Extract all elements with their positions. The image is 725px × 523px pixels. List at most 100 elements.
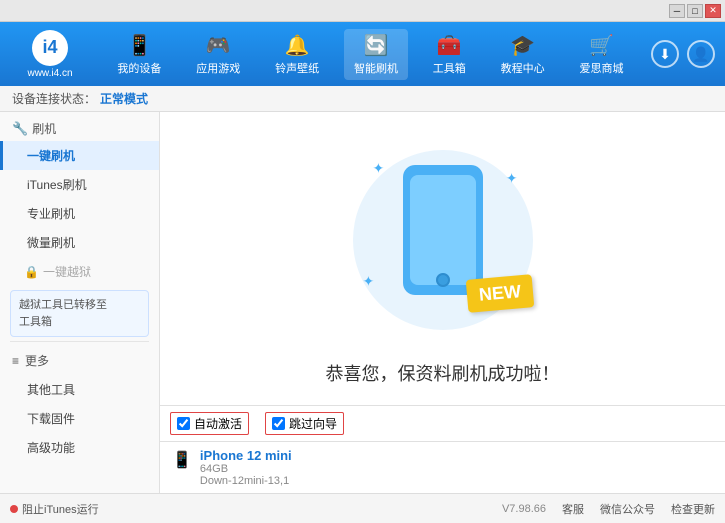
nav-mall-label: 爱思商城 [579,60,623,76]
info-line1: 越狱工具已转移至 [19,299,107,311]
stop-itunes-button[interactable]: 阻止iTunes运行 [10,501,99,517]
nav-apps-games-label: 应用游戏 [196,60,240,76]
stop-icon [10,505,18,513]
device-phone-icon: 📱 [172,450,192,470]
skip-wizard-checkbox[interactable]: 跳过向导 [265,412,344,435]
sidebar-more-section: ≡ 更多 [0,346,159,375]
skip-wizard-input[interactable] [272,417,285,430]
nav-ringtones[interactable]: 🔔 铃声壁纸 [265,29,329,80]
auto-activate-input[interactable] [177,417,190,430]
sidebar-divider [10,341,149,342]
check-update-link[interactable]: 检查更新 [671,501,715,517]
advanced-label: 高级功能 [27,441,75,455]
status-label: 设备连接状态： [12,90,96,107]
more-section-label: 更多 [25,352,49,369]
tutorial-icon: 🎓 [510,33,535,58]
top-nav: i4 www.i4.cn 📱 我的设备 🎮 应用游戏 🔔 铃声壁纸 🔄 智能刷机… [0,22,725,86]
info-line2: 工具箱 [19,316,52,328]
version-text: V7.98.66 [502,503,546,515]
customer-service-link[interactable]: 客服 [562,501,584,517]
success-text: 恭喜您，保资料刷机成功啦！ [326,360,560,386]
nav-tutorial-label: 教程中心 [501,60,545,76]
sidebar-info-box: 越狱工具已转移至 工具箱 [10,290,149,337]
one-click-flash-label: 一键刷机 [27,149,75,163]
pro-flash-label: 专业刷机 [27,207,75,221]
sidebar-download-firmware[interactable]: 下载固件 [0,404,159,433]
new-badge: NEW [465,274,534,313]
bottom-right: V7.98.66 客服 微信公众号 检查更新 [502,501,715,517]
auto-activate-checkbox[interactable]: 自动激活 [170,412,249,435]
jailbreak-label: 一键越狱 [43,263,91,280]
sidebar-section-flash: 🔧 刷机 [0,112,159,141]
bottom-left: 阻止iTunes运行 [10,501,502,517]
logo-icon: i4 [42,37,57,58]
sidebar-pro-flash[interactable]: 专业刷机 [0,199,159,228]
bottom-bar: 阻止iTunes运行 V7.98.66 客服 微信公众号 检查更新 [0,493,725,523]
sidebar-advanced[interactable]: 高级功能 [0,433,159,462]
sidebar-one-click-flash[interactable]: 一键刷机 [0,141,159,170]
download-firmware-label: 下载固件 [27,412,75,426]
itunes-flash-label: iTunes刷机 [27,178,87,192]
device-model: Down-12mini-13,1 [200,475,713,487]
user-btn[interactable]: 👤 [687,40,715,68]
phone-shape [403,165,483,295]
nav-ringtones-label: 铃声壁纸 [275,60,319,76]
other-tools-label: 其他工具 [27,383,75,397]
lock-icon: 🔒 [24,265,39,279]
sidebar-jailbreak-disabled: 🔒 一键越狱 [0,257,159,286]
mall-icon: 🛒 [589,33,614,58]
illustration: ✦ ✦ ✦ NEW [343,140,543,340]
minimize-btn[interactable]: ─ [669,4,685,18]
maximize-btn[interactable]: □ [687,4,703,18]
micro-flash-label: 微量刷机 [27,236,75,250]
status-value: 正常模式 [100,90,148,107]
device-details: iPhone 12 mini 64GB Down-12mini-13,1 [200,448,713,487]
logo-circle: i4 [32,30,68,66]
toolbox-icon: 🧰 [437,33,462,58]
device-storage: 64GB [200,463,713,475]
sidebar: 🔧 刷机 一键刷机 iTunes刷机 专业刷机 微量刷机 🔒 一键越狱 越狱工具… [0,112,160,493]
checkbox-bar: 自动激活 跳过向导 [160,405,725,441]
sidebar-itunes-flash[interactable]: iTunes刷机 [0,170,159,199]
phone-screen [410,175,476,285]
device-name: iPhone 12 mini [200,448,713,463]
sidebar-section-flash-label: 刷机 [32,120,56,137]
smart-flash-icon: 🔄 [364,33,389,58]
nav-my-device-label: 我的设备 [117,60,161,76]
main-content: 🔧 刷机 一键刷机 iTunes刷机 专业刷机 微量刷机 🔒 一键越狱 越狱工具… [0,112,725,493]
wechat-link[interactable]: 微信公众号 [600,501,655,517]
nav-mall[interactable]: 🛒 爱思商城 [569,29,633,80]
auto-activate-label: 自动激活 [194,415,242,432]
apps-games-icon: 🎮 [206,33,231,58]
device-info: 📱 iPhone 12 mini 64GB Down-12mini-13,1 [160,441,725,493]
nav-tutorial[interactable]: 🎓 教程中心 [491,29,555,80]
close-btn[interactable]: ✕ [705,4,721,18]
my-device-icon: 📱 [127,33,152,58]
sparkle-icon-2: ✦ [506,170,518,187]
download-btn[interactable]: ⬇ [651,40,679,68]
nav-my-device[interactable]: 📱 我的设备 [107,29,171,80]
device-area: 自动激活 跳过向导 📱 iPhone 12 mini 64GB Down-12m… [160,405,725,493]
status-bar: 设备连接状态： 正常模式 [0,86,725,112]
phone-home-btn [436,273,450,287]
flash-section-icon: 🔧 [12,121,28,137]
logo-url: www.i4.cn [27,68,72,79]
sidebar-micro-flash[interactable]: 微量刷机 [0,228,159,257]
more-section-icon: ≡ [12,354,19,368]
skip-wizard-label: 跳过向导 [289,415,337,432]
nav-toolbox-label: 工具箱 [433,60,466,76]
nav-apps-games[interactable]: 🎮 应用游戏 [186,29,250,80]
nav-toolbox[interactable]: 🧰 工具箱 [423,29,476,80]
content-area: ✦ ✦ ✦ NEW 恭喜您，保资料刷机成功啦！ 确定 查看日志 自动激活 [160,112,725,493]
logo: i4 www.i4.cn [10,30,90,79]
sparkle-icon-3: ✦ [363,273,375,290]
nav-smart-flash-label: 智能刷机 [354,60,398,76]
sidebar-other-tools[interactable]: 其他工具 [0,375,159,404]
nav-smart-flash[interactable]: 🔄 智能刷机 [344,29,408,80]
ringtones-icon: 🔔 [285,33,310,58]
sparkle-icon-1: ✦ [373,160,385,177]
title-bar: ─ □ ✕ [0,0,725,22]
nav-right-buttons: ⬇ 👤 [651,40,715,68]
nav-items: 📱 我的设备 🎮 应用游戏 🔔 铃声壁纸 🔄 智能刷机 🧰 工具箱 🎓 教程中心… [100,29,641,80]
itunes-label: 阻止iTunes运行 [22,501,99,517]
